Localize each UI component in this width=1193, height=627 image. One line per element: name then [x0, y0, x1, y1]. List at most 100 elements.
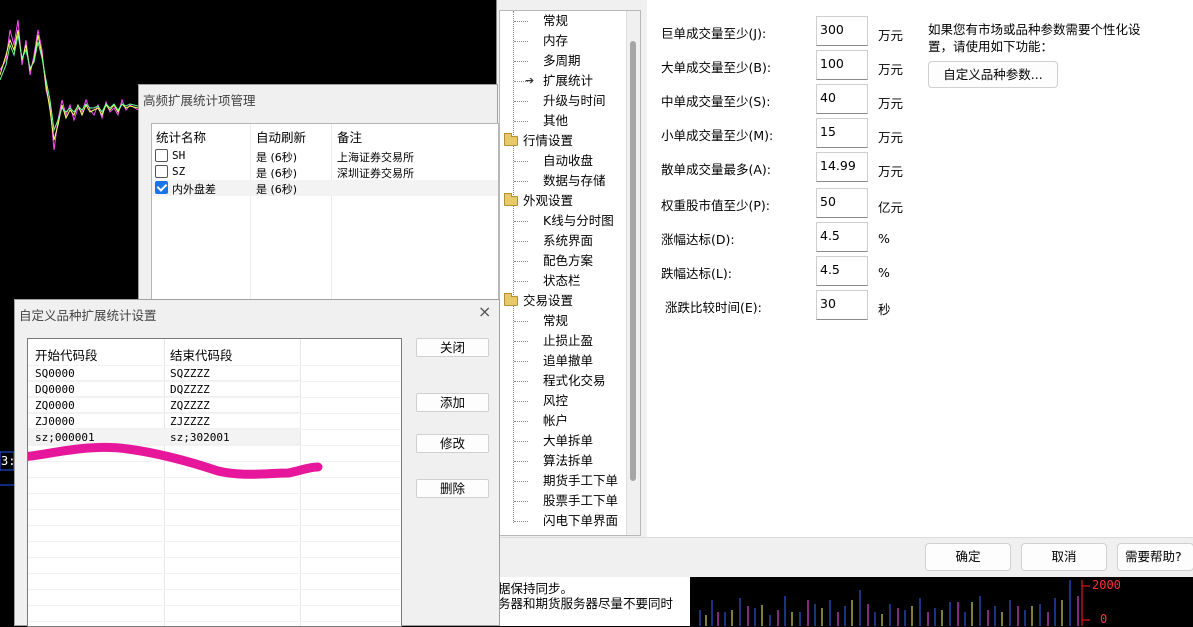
tree-item-label: 大单拆单 — [543, 433, 594, 448]
hf-col-refresh[interactable]: 自动刷新 — [256, 127, 306, 146]
tree-item-label: 行情设置 — [523, 133, 574, 148]
edit-button[interactable]: 修改 — [416, 434, 489, 453]
tree-item-label: 期货手工下单 — [543, 473, 619, 488]
hf-row-checkbox[interactable] — [155, 149, 168, 162]
axis-label-0: 0 — [1100, 612, 1108, 626]
tree-item-label: 扩展统计 — [543, 73, 594, 88]
settings-tree[interactable]: 常规 内存 多周期 扩展统计 ➔ 升级与时间 其他 行情设置 自动收盘 数据与存储 外观设置 K线与分… — [499, 10, 641, 536]
field-input[interactable]: 4.5 — [816, 222, 868, 252]
tree-item[interactable]: 多周期 — [543, 51, 581, 71]
tree-item[interactable]: 升级与时间 — [543, 91, 606, 111]
settings-dialog: 常规 内存 多周期 扩展统计 ➔ 升级与时间 其他 行情设置 自动收盘 数据与存储 外观设置 K线与分… — [496, 0, 1193, 577]
tree-item-label: K线与分时图 — [543, 213, 614, 228]
hf-cell-name: SZ — [172, 165, 186, 178]
hf-row-checkbox[interactable] — [155, 181, 168, 194]
hf-row-checkbox[interactable] — [155, 165, 168, 178]
tree-item[interactable]: 配色方案 — [543, 251, 593, 271]
tree-item[interactable]: 自动收盘 — [543, 151, 593, 171]
tree-item-label: 其他 — [543, 113, 569, 128]
tree-item-label: 帐户 — [543, 413, 569, 428]
tree-item[interactable]: 状态栏 — [543, 271, 581, 291]
hf-dialog-title: 高频扩展统计项管理 — [143, 93, 256, 108]
tree-item[interactable]: 止损止盈 — [543, 331, 593, 351]
tree-item-label: 风控 — [543, 393, 569, 408]
custom-variety-dialog: 自定义品种扩展统计设置 × 开始代码段 结束代码段 SQ0000 SQZZZZ DQ… — [14, 299, 500, 627]
field-unit: 万元 — [878, 62, 904, 77]
delete-button[interactable]: 删除 — [416, 479, 489, 498]
close-button[interactable]: 关闭 — [416, 338, 489, 357]
tree-item[interactable]: 常规 — [543, 11, 568, 31]
tree-item[interactable]: 其他 — [543, 111, 568, 131]
tree-item[interactable]: 风控 — [543, 391, 568, 411]
tree-scrollbar-thumb[interactable] — [630, 41, 636, 481]
help-button[interactable]: 需要帮助? — [1117, 543, 1193, 571]
field-label: 巨单成交量至少(J): — [661, 26, 767, 41]
folder-icon — [504, 133, 518, 146]
add-button[interactable]: 添加 — [416, 393, 489, 412]
field-unit: % — [878, 265, 890, 280]
tree-item-label: 算法拆单 — [543, 453, 594, 468]
tree-item[interactable]: 追单撤单 — [543, 351, 593, 371]
tree-item[interactable]: 帐户 — [543, 411, 568, 431]
tree-item[interactable]: K线与分时图 — [543, 211, 614, 231]
tree-item[interactable]: 扩展统计 ➔ — [525, 71, 594, 91]
hf-col-note[interactable]: 备注 — [337, 127, 362, 146]
field-label: 涨跌比较时间(E): — [665, 300, 762, 315]
code-range-list[interactable]: 开始代码段 结束代码段 SQ0000 SQZZZZ DQ0000 DQZZZZ ZQ00… — [27, 338, 402, 627]
selected-arrow-icon: ➔ — [525, 74, 535, 87]
hf-cell-refresh: 是 (6秒) — [256, 151, 298, 164]
tree-category[interactable]: 行情设置 — [504, 131, 573, 151]
tree-item[interactable]: 算法拆单 — [543, 451, 593, 471]
hf-list-row[interactable]: 内外盘差 是 (6秒) — [152, 180, 498, 196]
tree-item-label: 内存 — [543, 33, 569, 48]
tree-scrollbar[interactable] — [626, 11, 640, 535]
field-input[interactable]: 4.5 — [816, 256, 868, 286]
tree-category[interactable]: 交易设置 — [504, 291, 573, 311]
field-input[interactable]: 30 — [816, 290, 868, 320]
cancel-button[interactable]: 取消 — [1021, 543, 1107, 571]
field-input[interactable]: 14.99 — [816, 152, 868, 182]
tree-item-label: 配色方案 — [543, 253, 594, 268]
tree-item[interactable]: 内存 — [543, 31, 568, 51]
tree-item-label: 常规 — [543, 13, 569, 28]
close-icon[interactable]: × — [478, 302, 491, 321]
redaction-scribble — [28, 442, 323, 479]
field-input[interactable]: 15 — [816, 118, 868, 148]
field-label: 散单成交量最多(A): — [661, 162, 772, 177]
folder-icon — [504, 193, 518, 206]
field-input[interactable]: 40 — [816, 84, 868, 114]
field-unit: 亿元 — [878, 200, 904, 215]
tree-item[interactable]: 闪电下单界面 — [543, 511, 618, 531]
hf-list-row[interactable]: SZ 是 (6秒) 深圳证券交易所 — [152, 164, 498, 180]
hint-text-line-2: 置，请使用如下功能： — [928, 39, 1054, 54]
field-label: 跌幅达标(L): — [661, 266, 732, 281]
field-unit: 秒 — [878, 302, 891, 317]
tree-item-label: 常规 — [543, 313, 569, 328]
hf-list-row[interactable]: SH 是 (6秒) 上海证券交易所 — [152, 148, 498, 164]
tree-item[interactable]: 数据与存储 — [543, 171, 606, 191]
tree-item[interactable]: 期货手工下单 — [543, 471, 618, 491]
hf-cell-name: SH — [172, 149, 186, 162]
field-label: 大单成交量至少(B): — [661, 60, 772, 75]
tree-item-label: 系统界面 — [543, 233, 594, 248]
custom-variety-params-button[interactable]: 自定义品种参数... — [928, 61, 1058, 88]
tree-item-label: 交易设置 — [523, 293, 574, 308]
tree-item-label: 自动收盘 — [543, 153, 594, 168]
tree-item-label: 外观设置 — [523, 193, 574, 208]
field-input[interactable]: 100 — [816, 50, 868, 80]
hf-stats-list[interactable]: 统计名称 自动刷新 备注 SH 是 (6秒) 上海证券交易所 SZ 是 (6秒) 深圳证券… — [151, 123, 499, 323]
tree-category[interactable]: 外观设置 — [504, 191, 573, 211]
hf-col-name[interactable]: 统计名称 — [156, 127, 206, 146]
folder-icon — [504, 293, 518, 306]
tree-item[interactable]: 大单拆单 — [543, 431, 593, 451]
tree-item-label: 闪电下单界面 — [543, 513, 619, 528]
tree-item[interactable]: 系统界面 — [543, 231, 593, 251]
field-input[interactable]: 300 — [816, 16, 868, 46]
field-unit: 万元 — [878, 28, 904, 43]
hf-stats-dialog: 高频扩展统计项管理 统计名称 自动刷新 备注 SH 是 (6秒) 上海证券交易所 SZ… — [138, 84, 499, 323]
ok-button[interactable]: 确定 — [925, 543, 1011, 571]
field-input[interactable]: 50 — [816, 188, 868, 218]
tree-item[interactable]: 程式化交易 — [543, 371, 606, 391]
tree-item[interactable]: 股票手工下单 — [543, 491, 618, 511]
tree-item[interactable]: 常规 — [543, 311, 568, 331]
